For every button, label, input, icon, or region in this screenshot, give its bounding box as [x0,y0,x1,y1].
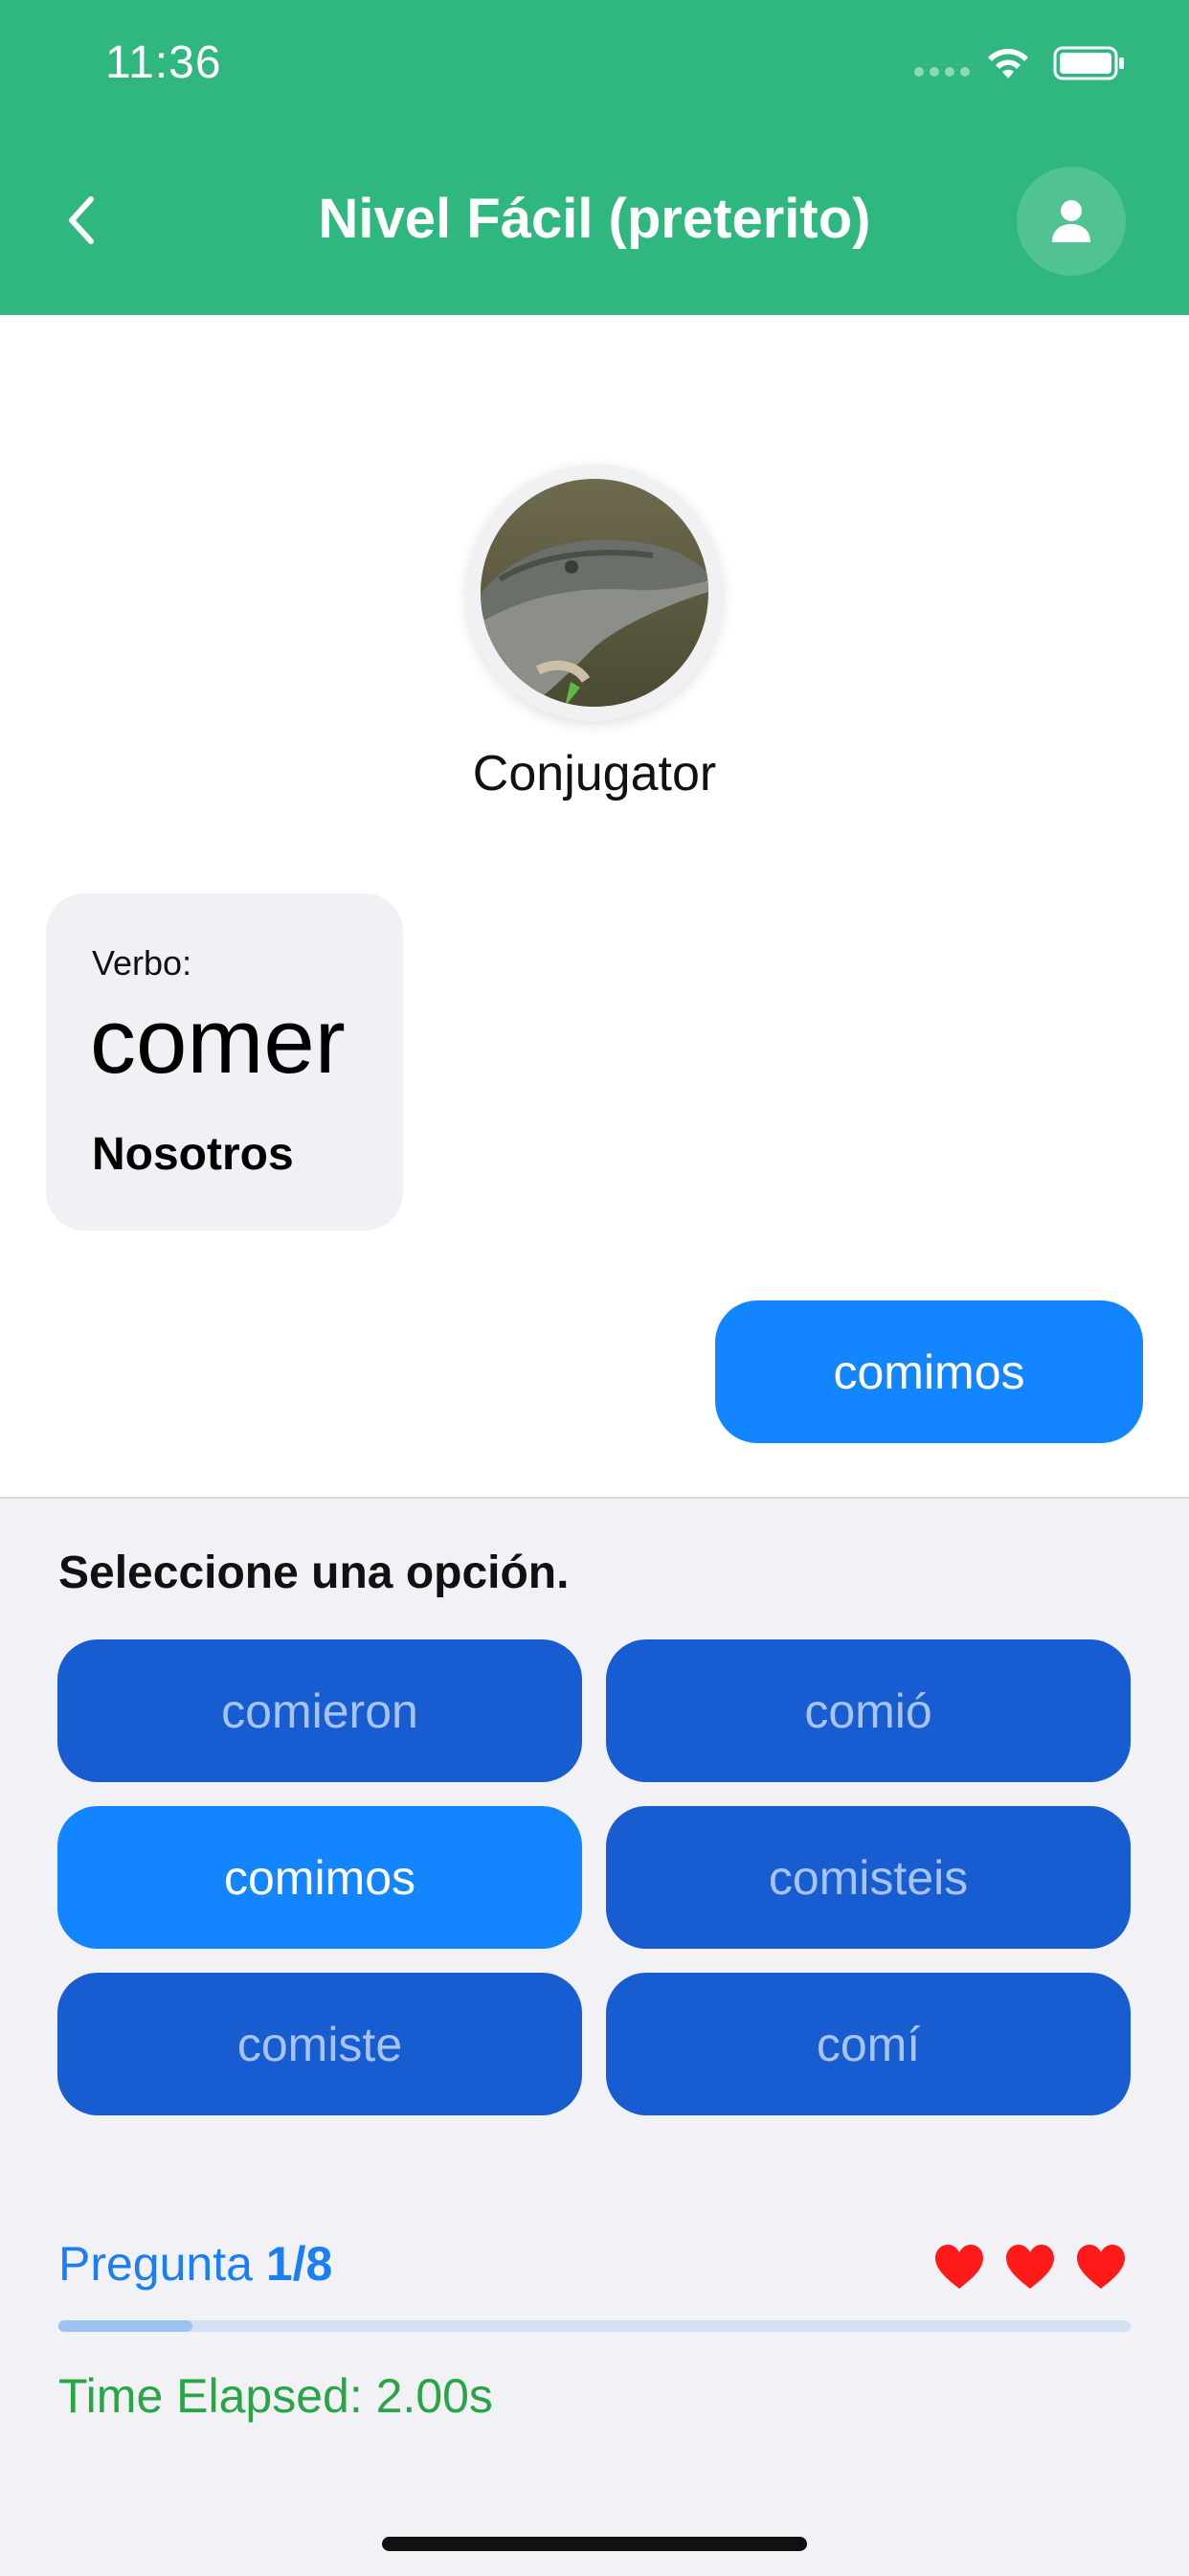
bot-name: Conjugator [472,746,717,802]
option-button[interactable]: comimos [57,1806,582,1949]
header-bar: 11:36 Nivel Fácil (preterito) [0,0,1189,315]
progress-fill [58,2320,192,2332]
option-button[interactable]: comisteis [606,1806,1131,1949]
cellular-signal-icon [914,67,970,77]
status-time: 11:36 [105,37,222,88]
option-button[interactable]: comió [606,1639,1131,1782]
option-button[interactable]: comieron [57,1639,582,1782]
option-button[interactable]: comí [606,1973,1131,2115]
wifi-icon [988,49,1028,79]
prompt-text: Seleccione una opción. [58,1548,570,1598]
verb-label: Verbo: [92,943,192,983]
option-button[interactable]: comiste [57,1973,582,2115]
page-title: Nivel Fácil (preterito) [318,188,871,250]
alligator-image [481,479,708,707]
question-count: 1/8 [265,2237,333,2291]
verb-subject: Nosotros [92,1129,294,1180]
verb-value: comer [90,990,346,1093]
answer-bubble: comimos [715,1300,1143,1443]
heart-icon [935,2245,983,2289]
progress-bar [58,2320,1131,2332]
verb-card: Verbo: comer Nosotros [46,893,403,1231]
question-counter: Pregunta 1/8 [58,2236,332,2292]
question-label: Pregunta [58,2237,253,2291]
person-icon [1052,200,1090,242]
lives-indicator [933,2243,1127,2291]
home-indicator [382,2537,807,2551]
heart-icon [1006,2245,1054,2289]
heart-icon [1077,2245,1125,2289]
profile-button[interactable] [1017,167,1126,276]
bot-avatar [466,464,723,721]
battery-icon [1053,46,1124,80]
answer-panel: Seleccione una opción. comieron comió co… [0,1497,1189,2576]
time-elapsed: Time Elapsed: 2.00s [58,2369,493,2423]
